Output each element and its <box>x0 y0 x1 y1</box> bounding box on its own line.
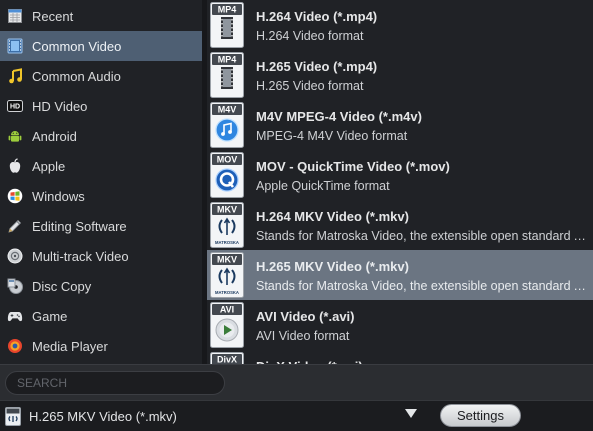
category-item-disc-copy[interactable]: Disc Copy <box>0 271 202 301</box>
format-description: H.264 Video format <box>256 29 364 43</box>
category-item-windows[interactable]: Windows <box>0 181 202 211</box>
bottom-bar: H.265 MKV Video (*.mkv) Settings <box>0 400 593 431</box>
format-title: AVI Video (*.avi) <box>256 309 355 324</box>
matroska-mini-icon <box>5 406 21 426</box>
category-label: Game <box>32 308 68 324</box>
hd-icon: HD <box>7 98 23 114</box>
gamepad-icon <box>7 308 23 324</box>
format-badge-label: AVI <box>220 305 234 315</box>
category-item-multi-track-video[interactable]: Multi-track Video <box>0 241 202 271</box>
format-logo-text: MATROSKA <box>215 290 239 295</box>
category-label: Disc Copy <box>32 278 92 294</box>
format-item[interactable]: MP4 H.265 Video (*.mp4) H.265 Video format <box>207 50 593 100</box>
divx-icon: DivX <box>210 352 244 364</box>
format-item[interactable]: MKV MATROSKA H.265 MKV Video (*.mkv) Stands… <box>207 250 593 300</box>
format-item[interactable]: AVI AVI Video (*.avi) AVI Video format <box>207 300 593 350</box>
format-description: Apple QuickTime format <box>256 179 390 193</box>
category-item-common-video[interactable]: Common Video <box>0 31 202 61</box>
category-label: Editing Software <box>32 218 127 234</box>
format-item[interactable]: MP4 H.264 Video (*.mp4) H.264 Video format <box>207 0 593 50</box>
format-description: H.265 Video format <box>256 79 364 93</box>
media-player-icon <box>7 338 23 354</box>
format-title: MOV - QuickTime Video (*.mov) <box>256 159 450 174</box>
matroska-icon: MKV MATROSKA <box>210 202 244 248</box>
film-strip-icon: MP4 <box>210 2 244 48</box>
format-title: H.264 MKV Video (*.mkv) <box>256 209 409 224</box>
multi-track-icon <box>7 248 23 264</box>
category-label: Apple <box>32 158 66 174</box>
windows-icon <box>7 188 23 204</box>
category-item-media-player[interactable]: Media Player <box>0 331 202 361</box>
play-disc-icon: AVI <box>210 302 244 348</box>
format-item[interactable]: DivXDivX Video (*.avi)DivX Video format <box>207 350 593 364</box>
search-input[interactable] <box>5 371 225 395</box>
format-item[interactable]: MKV MATROSKA H.264 MKV Video (*.mkv) Stands… <box>207 200 593 250</box>
film-icon <box>7 38 23 54</box>
format-title: H.265 MKV Video (*.mkv) <box>256 259 409 274</box>
category-item-recent[interactable]: Recent <box>0 1 202 31</box>
category-item-apple[interactable]: Apple <box>0 151 202 181</box>
category-item-common-audio[interactable]: Common Audio <box>0 61 202 91</box>
android-icon <box>7 128 23 144</box>
music-note-icon <box>7 68 23 84</box>
format-badge-label: DivX <box>217 355 237 364</box>
format-title: H.264 Video (*.mp4) <box>256 9 378 24</box>
category-label: Windows <box>32 188 85 204</box>
category-item-editing-software[interactable]: Editing Software <box>0 211 202 241</box>
svg-text:HD: HD <box>10 104 20 111</box>
format-description: AVI Video format <box>256 329 350 343</box>
category-item-android[interactable]: Android <box>0 121 202 151</box>
format-list: MP4 H.264 Video (*.mp4) H.264 Video format… <box>207 0 593 364</box>
category-label: Multi-track Video <box>32 248 129 264</box>
format-badge-label: MOV <box>217 155 238 165</box>
itunes-icon: M4V <box>210 102 244 148</box>
format-badge-label: MKV <box>217 205 237 215</box>
format-item[interactable]: M4V M4V MPEG-4 Video (*.m4v) MPEG-4 M4V Vi… <box>207 100 593 150</box>
format-logo-text: MATROSKA <box>215 240 239 245</box>
matroska-icon: MKV MATROSKA <box>210 252 244 298</box>
selected-profile-label: H.265 MKV Video (*.mkv) <box>29 408 177 424</box>
format-item[interactable]: MOV MOV - QuickTime Video (*.mov) Apple Qu… <box>207 150 593 200</box>
format-description: Stands for Matroska Video, the extensibl… <box>256 279 588 293</box>
format-badge-label: MP4 <box>218 55 237 65</box>
format-badge-label: MP4 <box>218 5 237 15</box>
apple-icon <box>7 158 23 174</box>
format-title: M4V MPEG-4 Video (*.m4v) <box>256 109 422 124</box>
category-label: Android <box>32 128 77 144</box>
profile-dropdown[interactable]: H.265 MKV Video (*.mkv) <box>5 404 426 428</box>
disc-icon <box>7 278 23 294</box>
category-label: Recent <box>32 8 74 24</box>
settings-button[interactable]: Settings <box>440 404 521 427</box>
category-item-game[interactable]: Game <box>0 301 202 331</box>
category-label: Media Player <box>32 338 108 354</box>
category-label: Common Audio <box>32 68 121 84</box>
category-label: HD Video <box>32 98 88 114</box>
format-badge-label: MKV <box>217 255 237 265</box>
category-item-hd-video[interactable]: HD HD Video <box>0 91 202 121</box>
format-description: Stands for Matroska Video, the extensibl… <box>256 229 588 243</box>
format-description: MPEG-4 M4V Video format <box>256 129 408 143</box>
search-row <box>0 364 593 400</box>
editing-software-icon <box>7 218 23 234</box>
format-title: H.265 Video (*.mp4) <box>256 59 378 74</box>
quicktime-icon: MOV <box>210 152 244 198</box>
category-label: Common Video <box>32 38 122 54</box>
dropdown-arrow-icon[interactable] <box>405 409 417 418</box>
film-strip-icon: MP4 <box>210 52 244 98</box>
category-list: Recent Common Video Common Audio HD HD Video… <box>0 0 202 364</box>
recent-icon <box>7 8 23 24</box>
format-badge-label: M4V <box>218 105 237 115</box>
